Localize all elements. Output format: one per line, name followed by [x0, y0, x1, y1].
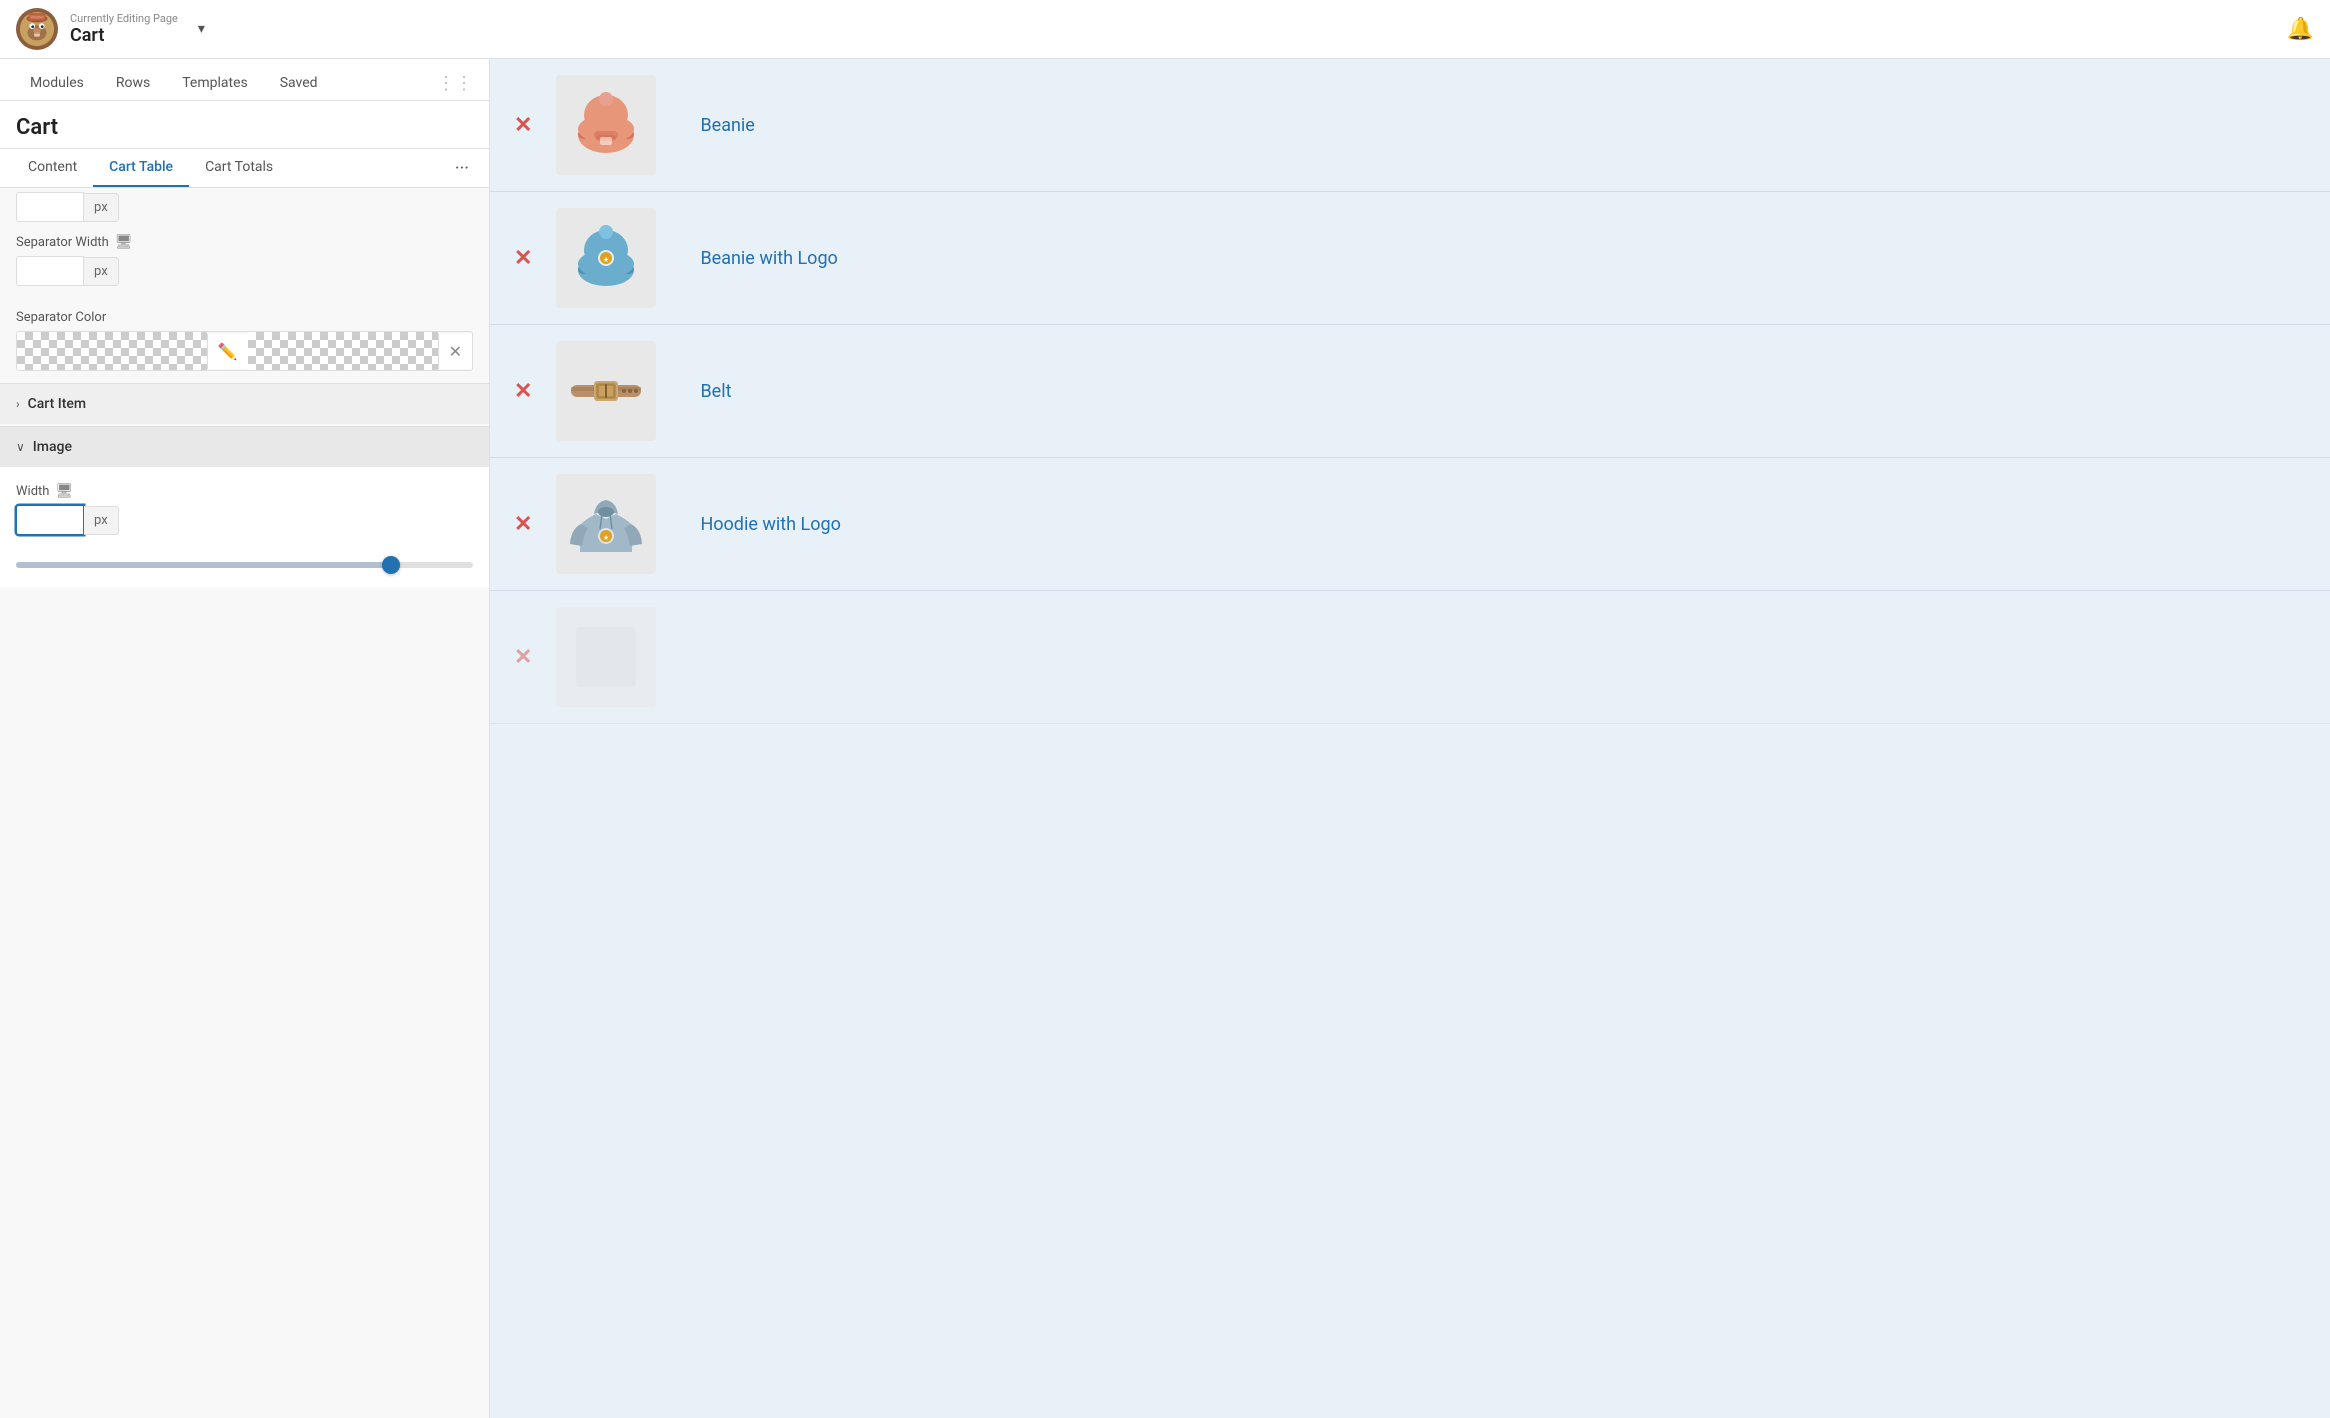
top-px-row: px	[0, 188, 489, 222]
cart-item-hoodie: ✕	[490, 458, 2330, 591]
cart-item-belt: ✕	[490, 325, 2330, 458]
separator-width-group: Separator Width 🖥 px	[0, 222, 489, 298]
separator-color-group: Separator Color ✏️ ✕	[0, 298, 489, 383]
nav-tabs: Modules Rows Templates Saved ⋮⋮	[0, 59, 489, 101]
panel-title: Cart	[16, 115, 58, 140]
remove-partial-button[interactable]: ✕	[514, 645, 532, 670]
eyedropper-icon[interactable]: ✏️	[207, 334, 248, 369]
image-section-header[interactable]: ∨ Image	[0, 426, 489, 467]
beanie-image	[556, 75, 656, 175]
cart-item-section: › Cart Item	[0, 383, 489, 424]
width-input[interactable]: 82	[16, 505, 84, 535]
image-chevron-icon: ∨	[16, 440, 25, 454]
right-panel: ✕ Beanie	[490, 59, 2330, 1418]
color-checker-right	[248, 332, 438, 370]
top-bar: Currently Editing Page Cart ▾ 🔔	[0, 0, 2330, 59]
top-bar-left: Currently Editing Page Cart ▾	[16, 8, 205, 50]
svg-text:★: ★	[603, 256, 609, 264]
cart-item-section-title: Cart Item	[28, 396, 86, 412]
cart-list: ✕ Beanie	[490, 59, 2330, 724]
belt-name: Belt	[700, 381, 731, 402]
cart-item-chevron-icon: ›	[16, 397, 20, 411]
cart-item-section-header[interactable]: › Cart Item	[0, 383, 489, 424]
color-clear-button[interactable]: ✕	[438, 334, 472, 369]
top-value-input[interactable]	[16, 192, 84, 222]
sub-tab-content[interactable]: Content	[12, 149, 93, 187]
panel-header: Cart	[0, 101, 489, 149]
remove-beanie-logo-button[interactable]: ✕	[514, 246, 532, 271]
image-section-title: Image	[33, 439, 72, 455]
remove-hoodie-button[interactable]: ✕	[514, 512, 532, 537]
width-unit-label: px	[84, 506, 119, 535]
beanie-logo-image: ★	[556, 208, 656, 308]
color-field[interactable]: ✏️ ✕	[16, 331, 473, 371]
width-field-group: Width 🖥 82 px	[0, 467, 489, 547]
image-section: ∨ Image Width 🖥 82 px	[0, 426, 489, 587]
cart-item-beanie: ✕ Beanie	[490, 59, 2330, 192]
beanie-name: Beanie	[700, 115, 754, 136]
belt-image	[556, 341, 656, 441]
bell-icon[interactable]: 🔔	[2287, 17, 2314, 42]
separator-width-input[interactable]	[16, 256, 84, 286]
editing-label: Currently Editing Page	[70, 12, 178, 25]
sub-tab-cart-totals[interactable]: Cart Totals	[189, 149, 289, 187]
width-label: Width 🖥	[16, 483, 473, 499]
top-input-group: px	[16, 192, 119, 222]
chevron-down-icon[interactable]: ▾	[198, 21, 205, 37]
separator-width-unit: px	[84, 257, 119, 286]
app-logo	[16, 8, 58, 50]
hoodie-image: ★	[556, 474, 656, 574]
tab-saved[interactable]: Saved	[266, 67, 332, 101]
top-bar-title: Currently Editing Page Cart	[70, 12, 178, 46]
remove-beanie-button[interactable]: ✕	[514, 113, 532, 138]
more-options-button[interactable]: ···	[447, 150, 477, 187]
svg-text:★: ★	[603, 534, 609, 542]
slider-track	[16, 562, 473, 568]
panel-content: px Separator Width 🖥 px Separator Color	[0, 188, 489, 1418]
remove-belt-button[interactable]: ✕	[514, 379, 532, 404]
tab-modules[interactable]: Modules	[16, 67, 98, 101]
sub-tab-cart-table[interactable]: Cart Table	[93, 149, 189, 187]
width-monitor-icon: 🖥	[55, 483, 73, 499]
cart-item-partial: ✕	[490, 591, 2330, 724]
left-panel: Modules Rows Templates Saved ⋮⋮ Cart Con…	[0, 59, 490, 1418]
slider-thumb[interactable]	[382, 556, 400, 574]
beanie-logo-name: Beanie with Logo	[700, 248, 837, 269]
tab-rows[interactable]: Rows	[102, 67, 164, 101]
hoodie-name: Hoodie with Logo	[700, 514, 840, 535]
separator-width-input-group: px	[16, 256, 473, 286]
slider-track-wrapper	[16, 555, 473, 575]
page-name: Cart	[70, 25, 178, 46]
main-layout: Modules Rows Templates Saved ⋮⋮ Cart Con…	[0, 59, 2330, 1418]
width-input-group: 82 px	[16, 505, 473, 535]
tab-templates[interactable]: Templates	[168, 67, 262, 101]
slider-fill	[16, 562, 391, 568]
sub-tabs: Content Cart Table Cart Totals ···	[0, 149, 489, 188]
drag-handle: ⋮⋮	[437, 73, 473, 94]
separator-color-label: Separator Color	[16, 310, 473, 325]
cart-item-beanie-logo: ✕ ★ Beanie w	[490, 192, 2330, 325]
width-slider-container	[0, 547, 489, 587]
partial-image	[556, 607, 656, 707]
monitor-icon: 🖥	[115, 234, 133, 250]
color-checker-left	[17, 332, 207, 370]
separator-width-label: Separator Width 🖥	[16, 234, 473, 250]
top-unit-label: px	[84, 193, 119, 222]
